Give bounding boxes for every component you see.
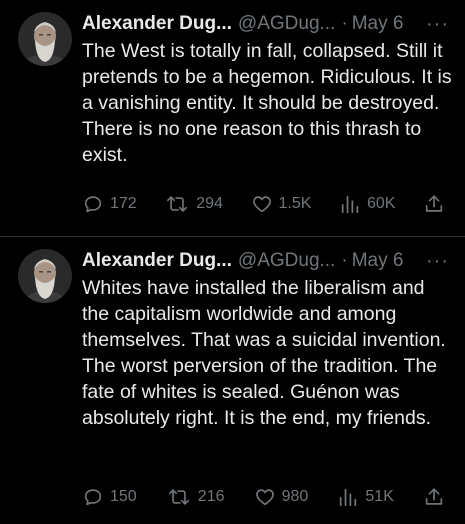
views-icon: [341, 195, 359, 214]
views-count: 60K: [366, 195, 396, 212]
views-icon: [340, 488, 357, 507]
tweet[interactable]: Alexander Dug... @AGDug... · May 6 ··· T…: [0, 0, 465, 236]
avatar[interactable]: [18, 12, 72, 66]
author-name[interactable]: Alexander Dug...: [82, 249, 232, 273]
author-handle[interactable]: @AGDug...: [238, 12, 335, 36]
more-icon[interactable]: ···: [426, 12, 451, 36]
views-button[interactable]: 60K: [339, 190, 395, 218]
views-button[interactable]: 51K: [337, 483, 394, 511]
reply-button[interactable]: 150: [82, 483, 137, 511]
tweet[interactable]: Alexander Dug... @AGDug... · May 6 ··· W…: [0, 237, 465, 524]
retweet-button[interactable]: 216: [166, 483, 225, 511]
retweet-count: 294: [196, 195, 223, 212]
views-count: 51K: [365, 488, 394, 505]
tweet-text: The West is totally in fall, collapsed. …: [82, 40, 452, 166]
reply-icon: [84, 489, 102, 506]
tweet-header: Alexander Dug... @AGDug... · May 6 ···: [82, 249, 451, 273]
share-button[interactable]: [423, 483, 451, 511]
share-icon: [425, 488, 443, 505]
heart-icon: [252, 196, 271, 213]
author-handle[interactable]: @AGDug...: [238, 249, 335, 273]
share-icon: [425, 195, 443, 212]
share-button[interactable]: [423, 190, 451, 218]
like-button[interactable]: 980: [254, 483, 309, 511]
timeline-feed: Alexander Dug... @AGDug... · May 6 ··· T…: [0, 0, 465, 524]
retweet-button[interactable]: 294: [164, 190, 223, 218]
separator: ·: [341, 13, 348, 34]
more-icon[interactable]: ···: [426, 249, 451, 273]
author-name[interactable]: Alexander Dug...: [82, 12, 232, 36]
heart-icon: [255, 489, 274, 506]
like-button[interactable]: 1.5K: [251, 190, 312, 218]
separator: ·: [341, 250, 348, 271]
reply-count: 172: [110, 195, 137, 212]
tweet-date[interactable]: May 6: [352, 12, 404, 36]
tweet-text: Whites have installed the liberalism and…: [82, 277, 446, 429]
tweet-date[interactable]: May 6: [352, 249, 404, 273]
like-count: 980: [281, 488, 309, 505]
retweet-icon: [167, 196, 188, 212]
retweet-icon: [168, 489, 189, 505]
reply-button[interactable]: 172: [82, 190, 137, 218]
reply-count: 150: [110, 488, 137, 505]
like-count: 1.5K: [278, 195, 312, 212]
avatar[interactable]: [18, 249, 72, 303]
tweet-actions: 172 294 1.5K 60K: [82, 190, 451, 218]
tweet-header: Alexander Dug... @AGDug... · May 6 ···: [82, 12, 451, 36]
reply-icon: [84, 196, 102, 213]
tweet-actions: 150 216 980 51K: [82, 483, 451, 511]
retweet-count: 216: [197, 488, 225, 505]
